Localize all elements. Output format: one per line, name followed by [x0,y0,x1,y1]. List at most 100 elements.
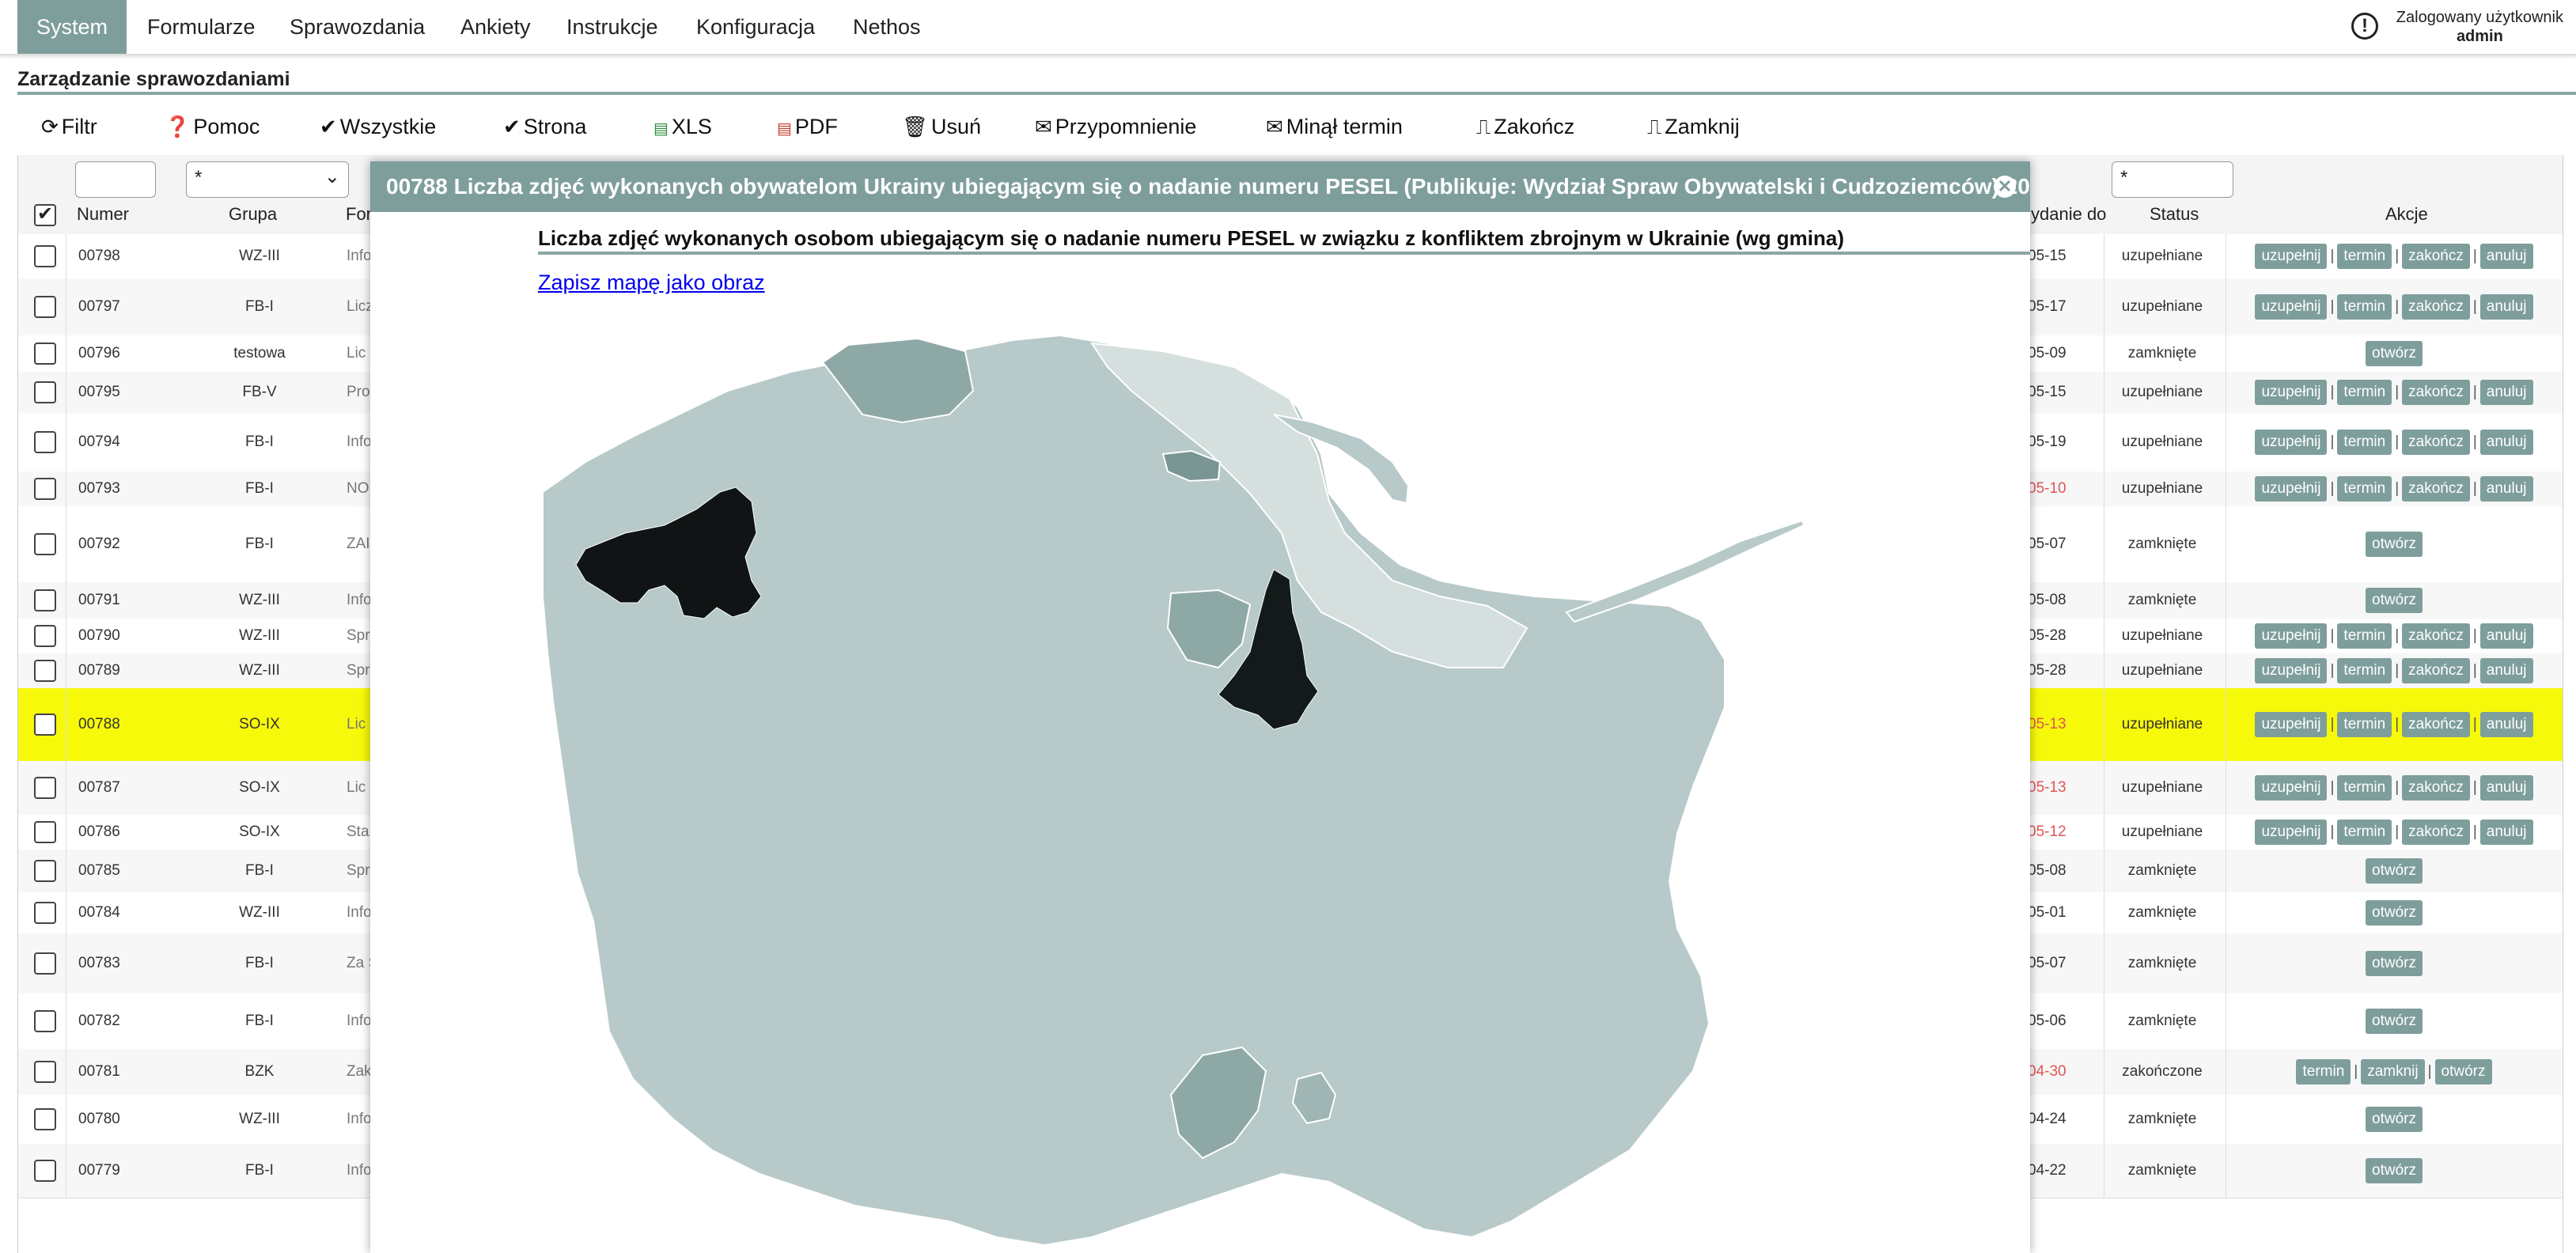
action-button[interactable]: termin [2337,380,2392,405]
action-button[interactable]: anuluj [2479,294,2533,320]
action-button[interactable]: zakończ [2402,623,2470,649]
row-checkbox[interactable] [34,1061,56,1083]
action-button[interactable]: uzupełnij [2255,623,2328,649]
help-button[interactable]: ❓ Pomoc [165,111,259,142]
action-button[interactable]: uzupełnij [2255,820,2328,845]
close-icon[interactable]: ✕ [1994,176,2016,198]
action-button[interactable]: anuluj [2479,430,2533,455]
action-button[interactable]: zakończ [2402,430,2470,455]
row-checkbox[interactable] [34,625,56,647]
row-checkbox[interactable] [34,714,56,736]
select-all-checkbox[interactable]: ✔ [34,203,56,226]
row-checkbox[interactable] [34,860,56,882]
action-button[interactable]: otwórz [2366,1158,2423,1183]
row-checkbox[interactable] [34,777,56,799]
row-checkbox[interactable] [34,1160,56,1182]
action-button[interactable]: termin [2337,775,2392,801]
filter-button[interactable]: ⟳ Filtr [41,111,97,142]
header-wydanie-do[interactable]: ydanie do [2031,204,2106,225]
action-button[interactable]: termin [2337,623,2392,649]
action-button[interactable]: anuluj [2479,712,2533,737]
action-button[interactable]: otwórz [2434,1059,2492,1085]
row-checkbox[interactable] [34,533,56,555]
tab-ankiety[interactable]: Ankiety [441,0,550,54]
finish-button[interactable]: ⎍ Zakończ [1476,111,1574,142]
action-button[interactable]: anuluj [2479,658,2533,683]
action-button[interactable]: anuluj [2479,244,2533,269]
action-button[interactable]: anuluj [2479,820,2533,845]
action-button[interactable]: uzupełnij [2255,476,2328,502]
action-button[interactable]: termin [2337,658,2392,683]
action-button[interactable]: zakończ [2402,775,2470,801]
action-button[interactable]: otwórz [2366,951,2423,976]
action-button[interactable]: zakończ [2402,476,2470,502]
row-checkbox[interactable] [34,478,56,500]
header-status[interactable]: Status [2150,204,2199,225]
row-checkbox[interactable] [34,902,56,924]
action-button[interactable]: anuluj [2479,476,2533,502]
header-formularz[interactable]: For [346,204,372,225]
action-button[interactable]: termin [2296,1059,2351,1085]
row-checkbox[interactable] [34,245,56,267]
tab-system[interactable]: System [17,0,127,54]
action-button[interactable]: uzupełnij [2255,294,2328,320]
select-all-button[interactable]: ✔ Wszystkie [320,111,436,142]
action-button[interactable]: uzupełnij [2255,775,2328,801]
deadline-passed-button[interactable]: ✉ Minął termin [1266,111,1403,142]
action-button[interactable]: zakończ [2402,712,2470,737]
action-button[interactable]: anuluj [2479,623,2533,649]
action-button[interactable]: termin [2337,476,2392,502]
action-button[interactable]: otwórz [2366,858,2423,884]
row-checkbox[interactable] [34,1010,56,1032]
row-checkbox[interactable] [34,381,56,403]
action-button[interactable]: termin [2337,820,2392,845]
action-button[interactable]: termin [2337,430,2392,455]
export-pdf-button[interactable]: ▤ PDF [777,111,838,142]
row-checkbox[interactable] [34,1108,56,1130]
action-button[interactable]: uzupełnij [2255,658,2328,683]
action-button[interactable]: uzupełnij [2255,244,2328,269]
action-button[interactable]: uzupełnij [2255,380,2328,405]
action-button[interactable]: otwórz [2366,900,2423,926]
header-numer[interactable]: Numer [77,204,129,225]
status-filter-select[interactable]: * [2112,161,2233,198]
tab-konfiguracja[interactable]: Konfiguracja [677,0,834,54]
action-button[interactable]: zakończ [2402,380,2470,405]
group-filter-select[interactable]: * ⌄ [186,161,349,198]
row-checkbox[interactable] [34,952,56,975]
action-button[interactable]: termin [2337,712,2392,737]
row-checkbox[interactable] [34,343,56,365]
action-button[interactable]: zamknij [2361,1059,2425,1085]
tab-instrukcje[interactable]: Instrukcje [547,0,677,54]
action-button[interactable]: zakończ [2402,820,2470,845]
action-button[interactable]: otwórz [2366,1009,2423,1034]
alert-icon[interactable]: ! [2351,13,2378,40]
action-button[interactable]: zakończ [2402,658,2470,683]
row-checkbox[interactable] [34,296,56,318]
select-page-button[interactable]: ✔ Strona [503,111,586,142]
save-map-link[interactable]: Zapisz mapę jako obraz [538,271,765,295]
action-button[interactable]: anuluj [2479,380,2533,405]
action-button[interactable]: uzupełnij [2255,430,2328,455]
action-button[interactable]: otwórz [2366,1107,2423,1132]
close-button[interactable]: ⎍ Zamknij [1647,111,1740,142]
delete-button[interactable]: 🗑 Usuń [902,111,981,142]
number-filter-input[interactable] [75,161,156,198]
header-grupa[interactable]: Grupa [229,204,277,225]
action-button[interactable]: termin [2337,244,2392,269]
action-button[interactable]: zakończ [2402,294,2470,320]
row-checkbox[interactable] [34,660,56,682]
action-button[interactable]: zakończ [2402,244,2470,269]
reminder-button[interactable]: ✉ Przypomnienie [1035,111,1196,142]
row-checkbox[interactable] [34,821,56,843]
action-button[interactable]: otwórz [2366,341,2423,366]
export-xls-button[interactable]: ▤ XLS [653,111,712,142]
row-checkbox[interactable] [34,431,56,453]
action-button[interactable]: otwórz [2366,532,2423,557]
tab-formularze[interactable]: Formularze [128,0,275,54]
action-button[interactable]: anuluj [2479,775,2533,801]
action-button[interactable]: otwórz [2366,588,2423,613]
action-button[interactable]: uzupełnij [2255,712,2328,737]
tab-sprawozdania[interactable]: Sprawozdania [271,0,444,54]
tab-nethos[interactable]: Nethos [834,0,940,54]
